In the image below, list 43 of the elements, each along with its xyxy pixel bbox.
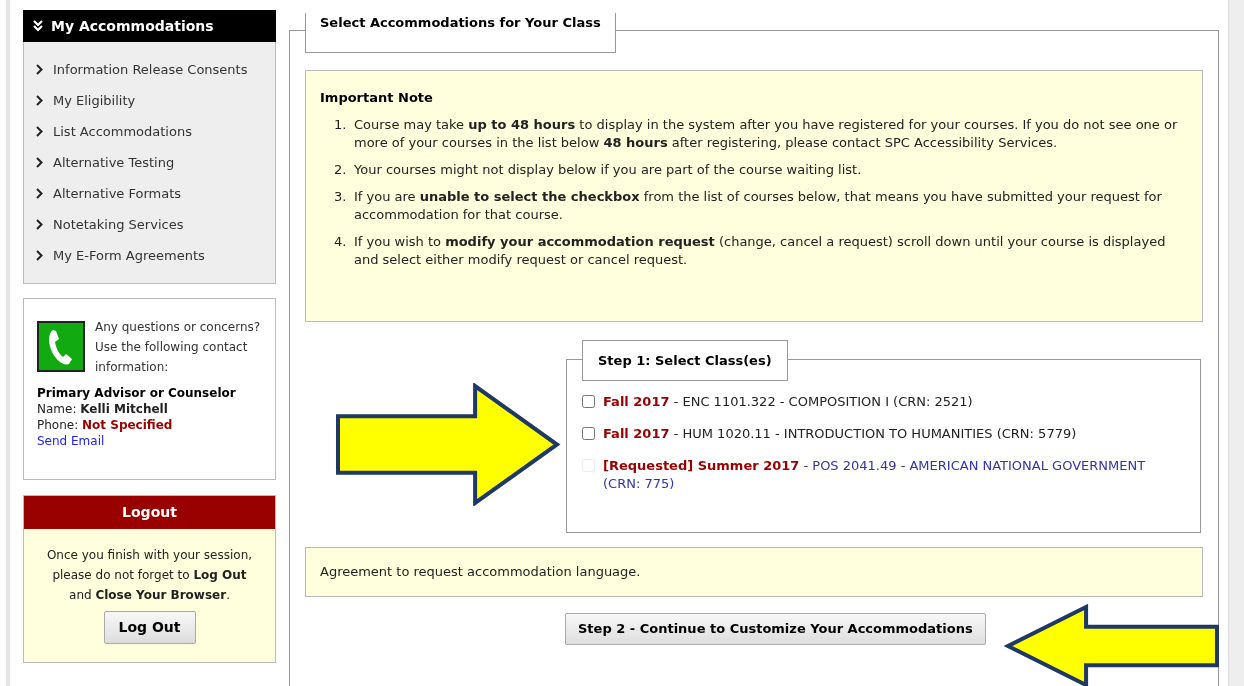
- note-title: Important Note: [320, 89, 434, 107]
- send-email-link[interactable]: Send Email: [37, 434, 105, 448]
- chevron-icon: [36, 126, 43, 137]
- chevron-icon: [36, 188, 43, 199]
- contact-phone: Phone: Not Specified: [37, 417, 174, 433]
- note-text: Your courses might not display below if you are part of the course waiting list.: [354, 161, 862, 179]
- note-text: If you are unable to select the checkbox from the list of courses below, that means you have submitted your request for accommodation for that course.: [354, 188, 1163, 224]
- sidebar-item[interactable]: My E-Form Agreements: [24, 240, 275, 271]
- sidebar-item[interactable]: Alternative Formats: [24, 178, 275, 209]
- step2-button[interactable]: Step 2 - Continue to Customize Your Accommodations: [565, 613, 986, 645]
- sidebar-item[interactable]: Alternative Testing: [24, 147, 275, 178]
- list-number: 4.: [334, 233, 348, 251]
- course-checkbox[interactable]: [582, 427, 595, 440]
- sidebar-item[interactable]: Information Release Consents: [24, 54, 275, 85]
- logout-message: Once you finish with your session, please do not forget to Log Out and Close Your Browser.: [45, 547, 254, 604]
- chevron-icon: [36, 64, 43, 75]
- phone-icon: [37, 321, 85, 372]
- agreement-box: Agreement to request accommodation language.: [305, 547, 1203, 597]
- list-number: 1.: [334, 116, 348, 134]
- list-number: 3.: [334, 188, 348, 206]
- sidebar-item[interactable]: My Eligibility: [24, 85, 275, 116]
- sidebar-title: My Accommodations: [51, 16, 214, 36]
- course-label: Fall 2017 - ENC 1101.322 - COMPOSITION I (CRN: 2521): [603, 393, 973, 411]
- chevron-icon: [36, 219, 43, 230]
- note-text: If you wish to modify your accommodation request (change, cancel a request) scroll down until your course is displayed and select either modify request or cancel request.: [354, 233, 1167, 269]
- chevron-icon: [36, 250, 43, 261]
- course-label: [Requested] Summer 2017 - POS 2041.49 - AMERICAN NATIONAL GOVERNMENT (CRN: 775): [603, 457, 1147, 493]
- course-label: Fall 2017 - HUM 1020.11 - INTRODUCTION TO HUMANITIES (CRN: 5779): [603, 425, 1077, 443]
- contact-heading: Primary Advisor or Counselor: [37, 385, 237, 401]
- chevron-icon: [36, 157, 43, 168]
- logout-header: Logout: [24, 496, 275, 529]
- contact-intro: Any questions or concerns? Use the following contact information:: [95, 319, 262, 376]
- contact-name: Name: Kelli Mitchell: [37, 401, 169, 417]
- main-legend: Select Accommodations for Your Class: [305, 13, 616, 53]
- list-number: 2.: [334, 161, 348, 179]
- chevron-icon: [36, 95, 43, 106]
- sidebar-item[interactable]: List Accommodations: [24, 116, 275, 147]
- sidebar-item[interactable]: Notetaking Services: [24, 209, 275, 240]
- double-chevron-icon: [33, 20, 43, 32]
- log-out-button[interactable]: Log Out: [103, 611, 196, 644]
- course-checkbox[interactable]: [582, 395, 595, 408]
- step1-legend: Step 1: Select Class(es): [582, 340, 788, 381]
- note-text: Course may take up to 48 hours to display in the system after you have registered for your courses. If you do not see one or more of your courses in the list below 48 hours after registering, please contact SPC Accessibility Services.: [354, 116, 1179, 152]
